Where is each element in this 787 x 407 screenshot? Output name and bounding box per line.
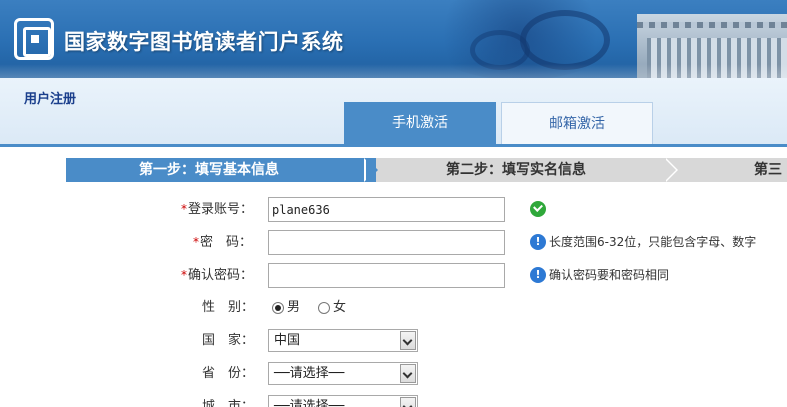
account-row: *登录账号： — [0, 195, 787, 223]
step-1-arrow — [366, 158, 378, 182]
password-label: *密 码： — [193, 235, 253, 250]
required-mark: * — [181, 268, 187, 282]
chevron-down-icon — [400, 364, 416, 383]
password-hint: ! 长度范围6-32位，只能包含字母、数字 — [530, 233, 756, 251]
step-progress-bar: 第一步：填写基本信息 第二步：填写实名信息 第三 — [66, 158, 787, 182]
gender-label: 性 别： — [202, 300, 255, 315]
site-title: 国家数字图书馆读者门户系统 — [64, 29, 344, 54]
city-label: 城 市： — [202, 399, 255, 407]
confirm-password-hint: ! 确认密码要和密码相同 — [530, 266, 669, 284]
country-select[interactable]: 中国 — [268, 329, 418, 352]
confirm-password-label: *确认密码： — [181, 268, 254, 283]
account-input[interactable] — [268, 197, 505, 222]
city-select[interactable]: ──请选择── — [268, 395, 418, 407]
province-select[interactable]: ──请选择── — [268, 362, 418, 385]
required-mark: * — [193, 235, 199, 249]
info-icon: ! — [530, 233, 546, 250]
check-icon — [530, 200, 546, 217]
header-banner: 国家数字图书馆读者门户系统 — [0, 0, 787, 78]
password-row: *密 码： ! 长度范围6-32位，只能包含字母、数字 — [0, 228, 787, 256]
banner-fade — [0, 64, 787, 78]
info-icon: ! — [530, 266, 546, 283]
library-logo-icon — [14, 18, 54, 60]
province-row: 省 份： ──请选择── — [0, 360, 787, 388]
step-3: 第三 — [754, 162, 782, 178]
step-1: 第一步：填写基本信息 — [66, 158, 376, 182]
radio-unchecked-icon — [318, 301, 330, 314]
chevron-down-icon — [400, 331, 416, 350]
tab-phone-activation[interactable]: 手机激活 — [344, 102, 496, 144]
page-title: 用户注册 — [24, 92, 77, 107]
province-label: 省 份： — [202, 366, 255, 381]
country-row: 国 家： 中国 — [0, 327, 787, 355]
page: 国家数字图书馆读者门户系统 用户注册 手机激活 邮箱激活 第一步：填写基本信息 … — [0, 0, 787, 407]
confirm-password-row: *确认密码： ! 确认密码要和密码相同 — [0, 261, 787, 289]
gender-row: 性 别： 男 女 — [0, 294, 787, 322]
banner-cloud-pattern — [520, 10, 610, 70]
tab-underline — [0, 144, 787, 147]
country-label: 国 家： — [202, 333, 255, 348]
step-2: 第二步：填写实名信息 — [446, 162, 586, 178]
account-status — [530, 200, 549, 218]
radio-checked-icon — [272, 301, 284, 314]
required-mark: * — [181, 202, 187, 216]
city-row: 城 市： ──请选择── — [0, 393, 787, 407]
confirm-password-input[interactable] — [268, 263, 505, 288]
chevron-down-icon — [400, 397, 416, 407]
tab-email-activation[interactable]: 邮箱激活 — [501, 102, 653, 144]
step-2-arrow — [664, 158, 676, 182]
sub-header: 用户注册 手机激活 邮箱激活 — [0, 78, 787, 144]
gender-female-radio[interactable]: 女 — [318, 294, 346, 322]
password-input[interactable] — [268, 230, 505, 255]
account-label: *登录账号： — [181, 202, 254, 217]
gender-male-radio[interactable]: 男 — [272, 294, 300, 322]
